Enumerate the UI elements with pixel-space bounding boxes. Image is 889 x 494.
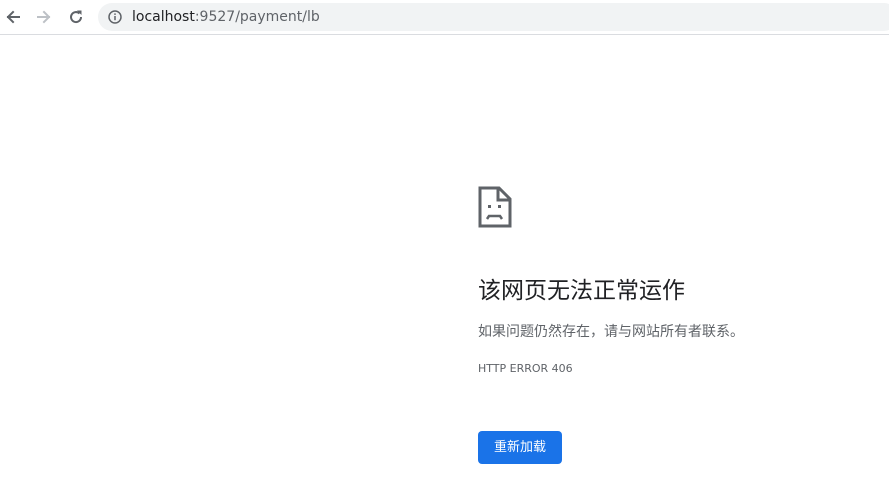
- info-circle-icon[interactable]: [108, 10, 122, 24]
- back-button[interactable]: [0, 4, 26, 30]
- url-text[interactable]: localhost:9527/payment/lb: [132, 8, 320, 26]
- reload-icon: [70, 10, 83, 24]
- error-description: 如果问题仍然存在，请与网站所有者联系。: [478, 324, 744, 340]
- reload-page-button[interactable]: [63, 4, 89, 30]
- url-host: localhost: [132, 9, 195, 25]
- arrow-left-icon: [6, 10, 20, 24]
- address-bar[interactable]: localhost:9527/payment/lb: [98, 3, 889, 31]
- forward-button[interactable]: [31, 4, 57, 30]
- arrow-right-icon: [37, 10, 51, 24]
- url-path: :9527/payment/lb: [194, 9, 320, 25]
- sad-page-icon: [478, 186, 512, 228]
- error-code: HTTP ERROR 406: [478, 362, 573, 375]
- browser-toolbar: localhost:9527/payment/lb: [0, 0, 889, 35]
- error-title: 该网页无法正常运作: [478, 278, 685, 304]
- reload-button[interactable]: 重新加载: [478, 431, 562, 464]
